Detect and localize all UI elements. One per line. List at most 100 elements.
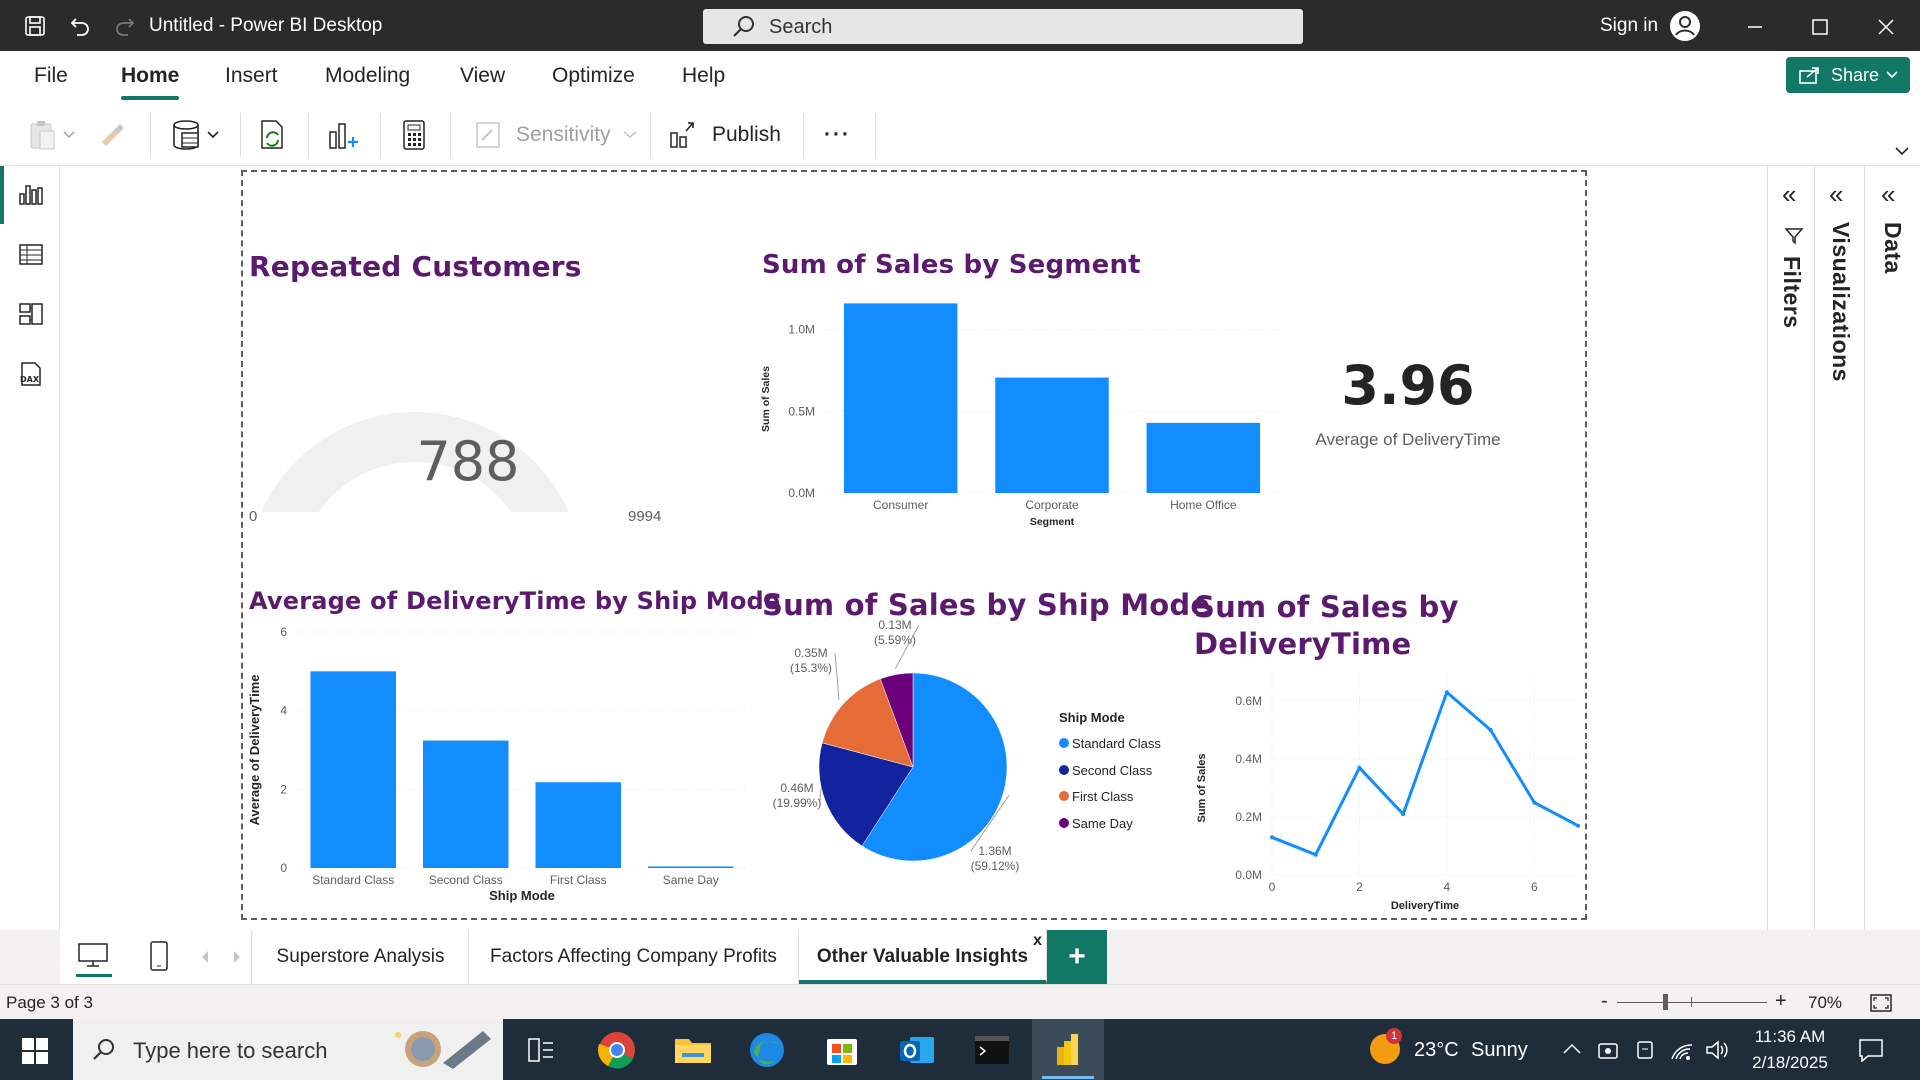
windows-start-icon[interactable] [22,1038,48,1064]
publish-button[interactable]: Publish [668,115,781,155]
bar-consumer[interactable] [843,303,958,493]
line-point[interactable] [1576,823,1580,828]
menu-optimize[interactable]: Optimize [552,64,635,88]
zoom-in-button[interactable]: + [1775,990,1787,1013]
search-box[interactable]: Search [703,9,1303,44]
report-view-icon[interactable] [17,180,45,208]
y-tick-label: 2 [280,782,287,796]
segment-bar-chart[interactable]: 0.0M 0.5M 1.0M Consumer Corporate Home Office… [755,288,1285,528]
share-button[interactable]: Share [1786,57,1910,93]
get-data-button[interactable] [170,115,226,155]
collapse-ribbon-icon[interactable] [1895,147,1909,156]
zoom-slider-track[interactable] [1617,1002,1767,1003]
sales-deliverytime-line-chart[interactable]: 0.0M 0.2M 0.4M 0.6M 0 2 4 6 DeliveryTime Sum of S… [1193,672,1583,917]
expand-visualizations-icon[interactable]: « [1829,179,1843,210]
bar-home-office[interactable] [1146,422,1261,493]
line-series[interactable] [1271,690,1579,857]
line-point[interactable] [1532,800,1537,805]
x-tick-label: Consumer [873,498,928,512]
outlook-icon[interactable] [896,1029,938,1071]
y-tick-label: 0.0M [1235,868,1262,882]
ribbon-separator [308,113,309,157]
menu-home[interactable]: Home [121,64,179,88]
line-point[interactable] [1357,765,1362,770]
bar-second-class[interactable] [423,740,509,868]
save-icon[interactable] [20,11,50,41]
line-point[interactable] [1313,852,1318,857]
zoom-out-button[interactable]: - [1601,990,1608,1013]
menu-bar: File Home Insert Modeling View Optimize … [0,51,1920,101]
bar-corporate[interactable] [995,377,1109,493]
weather-condition[interactable]: Sunny [1471,1039,1528,1062]
close-page-tab-icon[interactable]: x [1033,932,1042,950]
notifications-icon[interactable] [1858,1038,1884,1062]
table-view-icon[interactable] [17,240,45,268]
menu-modeling[interactable]: Modeling [325,64,410,88]
menu-file[interactable]: File [34,64,68,88]
edge-icon[interactable] [746,1029,788,1071]
new-visual-button[interactable] [326,115,360,155]
show-hidden-icons-icon[interactable] [1563,1043,1581,1055]
legend-item[interactable]: Standard Class [1059,731,1161,758]
active-app-indicator [1042,1076,1094,1079]
maximize-icon[interactable] [1805,12,1835,42]
device-icon[interactable] [1634,1039,1656,1061]
paste-button[interactable] [28,115,78,155]
volume-icon[interactable] [1704,1039,1728,1061]
expand-data-icon[interactable]: « [1881,179,1895,210]
expand-filters-icon[interactable]: « [1782,179,1796,210]
mobile-layout-icon[interactable] [148,940,170,972]
data-pane[interactable]: « Data [1864,166,1920,930]
model-view-icon[interactable] [17,300,45,328]
line-point[interactable] [1401,812,1406,817]
menu-view[interactable]: View [460,64,505,88]
chrome-icon[interactable] [596,1029,638,1071]
page-tab-other-valuable-insights[interactable]: Other Valuable Insights x [799,930,1047,984]
bar-same-day[interactable] [648,866,734,868]
file-explorer-icon[interactable] [672,1029,714,1071]
shipmode-delivery-bar-chart[interactable]: 0 2 4 6 Standard Class Second Class First Clas… [245,618,755,918]
task-view-icon[interactable] [527,1037,555,1063]
legend-item[interactable]: Same Day [1059,811,1161,838]
minimize-icon[interactable] [1740,12,1770,42]
legend-item[interactable]: Second Class [1059,758,1161,785]
clock-date[interactable]: 2/18/2025 [1745,1053,1835,1073]
visualizations-pane[interactable]: « Visualizations [1814,166,1864,930]
weather-temperature[interactable]: 23°C [1414,1039,1459,1062]
filters-pane[interactable]: « Filters [1767,166,1814,930]
account-avatar-icon[interactable] [1670,11,1700,41]
clock-time[interactable]: 11:36 AM [1745,1027,1835,1047]
line-point[interactable] [1270,835,1274,840]
quick-measure-button[interactable] [400,115,428,155]
page-tab-factors-affecting-profits[interactable]: Factors Affecting Company Profits [469,930,799,984]
zoom-slider-thumb[interactable] [1663,994,1668,1010]
next-page-icon[interactable] [232,950,242,964]
close-window-icon[interactable] [1871,12,1901,42]
bar-standard-class[interactable] [310,671,397,868]
sales-shipmode-pie-chart[interactable]: 1.36M(59.12%) 0.46M(19.99%) 0.35M(15.3%) 0.… [753,618,1033,882]
fit-to-page-icon[interactable] [1869,993,1893,1013]
refresh-button[interactable] [258,115,288,155]
microsoft-store-icon[interactable] [821,1029,863,1071]
terminal-icon[interactable] [971,1029,1013,1071]
more-options-button[interactable]: ··· [824,115,851,155]
menu-insert[interactable]: Insert [225,64,278,88]
wifi-icon[interactable] [1670,1039,1694,1061]
taskbar-search-box[interactable]: Type here to search [73,1019,503,1080]
menu-help[interactable]: Help [682,64,725,88]
add-page-button[interactable]: + [1047,930,1107,984]
legend-item[interactable]: First Class [1059,784,1161,811]
format-painter-button[interactable] [98,115,128,155]
undo-icon[interactable] [65,11,95,41]
power-bi-icon[interactable] [1047,1029,1089,1071]
sign-in-link[interactable]: Sign in [1600,15,1658,37]
page-tab-superstore-analysis[interactable]: Superstore Analysis [253,930,469,984]
redo-icon[interactable] [110,11,140,41]
desktop-layout-icon[interactable] [77,942,109,968]
line-point[interactable] [1444,690,1449,695]
dax-query-view-icon[interactable]: DAX [17,360,45,388]
line-point[interactable] [1488,728,1493,732]
meet-now-icon[interactable] [1597,1039,1619,1061]
bar-first-class[interactable] [535,782,622,868]
previous-page-icon[interactable] [200,950,210,964]
